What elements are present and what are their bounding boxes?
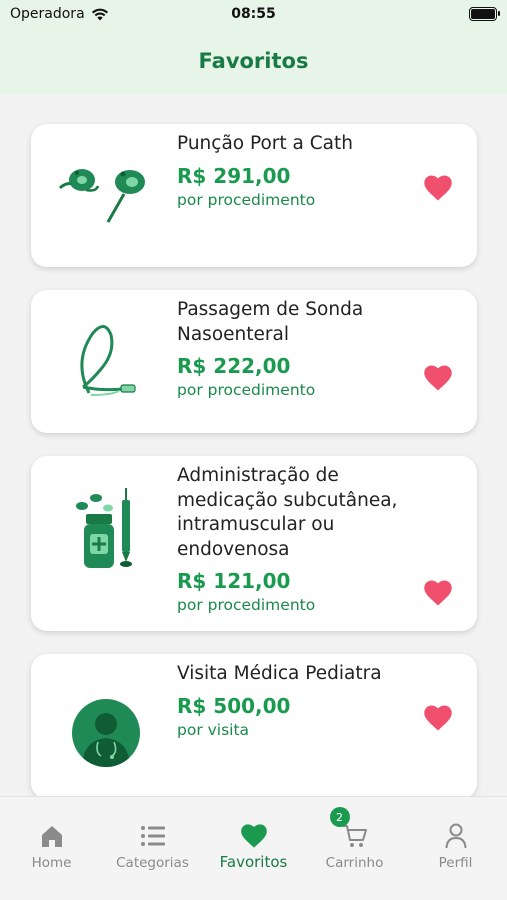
favorite-info: Visita Médica Pediatra R$ 500,00 por vis… xyxy=(177,662,417,741)
service-name: Passagem de Sonda Nasoenteral xyxy=(177,299,364,345)
cart-icon: 2 xyxy=(329,807,370,851)
service-price: R$ 291,00 xyxy=(177,163,291,188)
wifi-icon xyxy=(91,8,108,21)
service-unit: por visita xyxy=(177,720,250,739)
tab-label: Home xyxy=(31,855,72,871)
medication-syringe-icon xyxy=(51,486,161,576)
person-icon xyxy=(441,821,471,851)
favorite-heart-icon[interactable] xyxy=(423,579,453,607)
battery-icon xyxy=(469,7,500,21)
service-unit: por procedimento xyxy=(177,596,316,614)
favorite-heart-icon[interactable] xyxy=(423,174,453,202)
service-price: R$ 222,00 xyxy=(177,354,291,378)
service-name: Visita Médica Pediatra xyxy=(177,663,382,684)
page-title: Favoritos xyxy=(198,49,309,73)
favorite-info: Administração de medicação subcutânea, i… xyxy=(177,464,417,616)
list-icon xyxy=(138,821,168,851)
carrier-info: Operadora xyxy=(10,6,109,22)
tab-bar: Home Categorias Favoritos 2 Carrinho Per… xyxy=(0,796,507,900)
tab-categorias[interactable]: Categorias xyxy=(102,821,203,871)
favorite-card[interactable]: Passagem de Sonda Nasoenteral R$ 222,00 … xyxy=(31,290,477,433)
tab-label: Perfil xyxy=(438,855,473,871)
carrier-name: Operadora xyxy=(10,6,85,22)
status-bar: Operadora 08:55 xyxy=(0,0,507,28)
cart-count-badge: 2 xyxy=(329,807,350,827)
favorite-info: Punção Port a Cath R$ 291,00 por procedi… xyxy=(177,132,417,211)
doctor-avatar-icon xyxy=(51,688,161,778)
favorite-card[interactable]: Punção Port a Cath R$ 291,00 por procedi… xyxy=(31,124,477,267)
service-price: R$ 500,00 xyxy=(177,693,291,718)
home-icon xyxy=(37,821,67,851)
service-unit: por procedimento xyxy=(177,190,316,209)
service-price: R$ 121,00 xyxy=(177,569,291,593)
page-header: Favoritos xyxy=(0,28,507,94)
tab-label: Carrinho xyxy=(325,855,384,871)
heart-icon xyxy=(239,821,269,851)
tab-home[interactable]: Home xyxy=(1,821,102,871)
tab-favoritos[interactable]: Favoritos xyxy=(203,821,304,871)
favorite-card[interactable]: Administração de medicação subcutânea, i… xyxy=(31,456,477,631)
favorite-heart-icon[interactable] xyxy=(423,704,453,732)
port-a-cath-icon xyxy=(51,148,161,238)
feeding-tube-icon xyxy=(51,316,161,406)
favorites-list[interactable]: Punção Port a Cath R$ 291,00 por procedi… xyxy=(0,94,507,796)
tab-perfil[interactable]: Perfil xyxy=(405,821,506,871)
service-unit: por procedimento xyxy=(177,381,316,399)
favorite-card[interactable]: Visita Médica Pediatra R$ 500,00 por vis… xyxy=(31,654,477,796)
service-name: Punção Port a Cath xyxy=(177,133,353,154)
tab-label: Favoritos xyxy=(219,853,288,871)
favorite-heart-icon[interactable] xyxy=(423,364,453,392)
tab-carrinho[interactable]: 2 Carrinho xyxy=(304,807,405,871)
service-name: Administração de medicação subcutânea, i… xyxy=(177,465,398,560)
favorite-info: Passagem de Sonda Nasoenteral R$ 222,00 … xyxy=(177,298,417,401)
tab-label: Categorias xyxy=(116,855,189,871)
